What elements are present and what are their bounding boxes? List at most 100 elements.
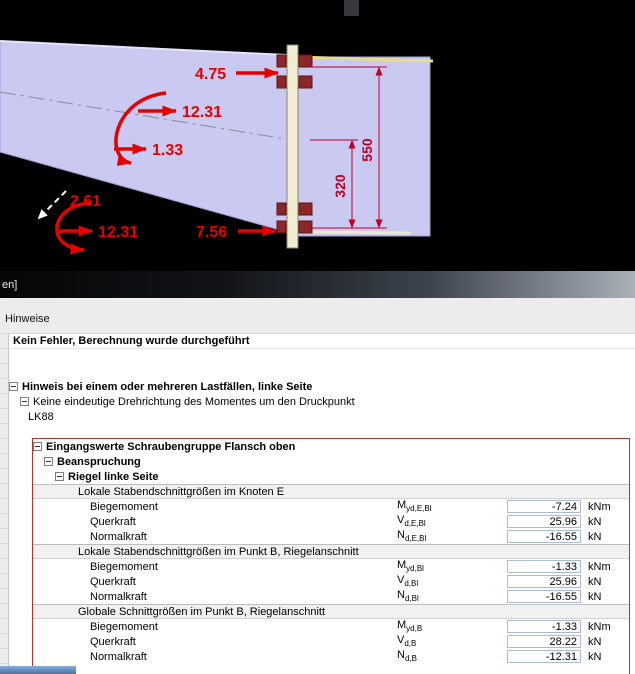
value-text: -16.55 bbox=[545, 530, 577, 543]
table-row: Normalkraft Nd,Bl -16.55 kN bbox=[0, 589, 635, 604]
symbol-subscript: d,B bbox=[404, 639, 417, 649]
row-header-cell bbox=[0, 559, 9, 574]
tree-row-eingangswerte[interactable]: Eingangswerte Schraubengruppe Flansch ob… bbox=[0, 439, 635, 454]
tree-label: Eingangswerte Schraubengruppe Flansch ob… bbox=[46, 440, 296, 453]
symbol: Nd,E,Bl bbox=[397, 529, 507, 543]
table-row: Querkraft Vd,E,Bl 25.96 kN bbox=[0, 514, 635, 529]
value-cell: -12.31 bbox=[507, 650, 581, 663]
row-header-cell bbox=[0, 409, 9, 424]
quantity-label: Querkraft bbox=[90, 635, 136, 648]
collapse-expander-icon[interactable] bbox=[20, 397, 29, 406]
empty-row bbox=[0, 364, 635, 379]
notes-grid[interactable]: Kein Fehler, Berechnung wurde durchgefüh… bbox=[0, 333, 635, 674]
status-row-body: Kein Fehler, Berechnung wurde durchgefüh… bbox=[9, 334, 635, 349]
collapse-expander-icon[interactable] bbox=[55, 472, 64, 481]
quantity-label: Biegemoment bbox=[90, 500, 158, 513]
force-label-12-31-bottom: 12.31 bbox=[98, 224, 138, 241]
row-header-cell bbox=[0, 439, 9, 454]
unit-label: kN bbox=[588, 590, 602, 603]
unit-label: kNm bbox=[588, 500, 611, 513]
value-text: 25.96 bbox=[549, 575, 577, 588]
tree-row-hinweis[interactable]: Hinweis bei einem oder mehreren Lastfäll… bbox=[0, 379, 635, 394]
table-row: Querkraft Vd,Bl 25.96 kN bbox=[0, 574, 635, 589]
unit-label: kN bbox=[588, 515, 602, 528]
tree-label: Beanspruchung bbox=[57, 455, 141, 468]
symbol-subscript: d,E,Bl bbox=[404, 534, 427, 544]
value-cell: 25.96 bbox=[507, 515, 581, 528]
table-row: Normalkraft Nd,B -12.31 kN bbox=[0, 649, 635, 664]
unit-label: kNm bbox=[588, 560, 611, 573]
symbol-main: M bbox=[397, 499, 407, 512]
dimension-label-320: 320 bbox=[332, 174, 348, 198]
value-text: -1.33 bbox=[551, 620, 577, 633]
row-header-cell bbox=[0, 634, 9, 649]
empty-row bbox=[0, 349, 635, 364]
tree-label: LK88 bbox=[28, 410, 54, 423]
row-header-cell bbox=[0, 529, 9, 544]
value-text: -12.31 bbox=[545, 650, 577, 663]
symbol: Nd,Bl bbox=[397, 589, 507, 603]
symbol-subscript: d,E,Bl bbox=[404, 519, 426, 529]
value-cell: -7.24 bbox=[507, 500, 581, 513]
symbol-subscript: yd,E,Bl bbox=[406, 504, 432, 514]
quantity-label: Biegemoment bbox=[90, 620, 158, 633]
status-message: Kein Fehler, Berechnung wurde durchgefüh… bbox=[13, 335, 250, 347]
column-bottom-edge bbox=[298, 230, 412, 235]
row-header-cell bbox=[0, 589, 9, 604]
connection-scene: 550 320 4.75 12.31 1.33 2.61 12.31 7.56 bbox=[0, 0, 434, 255]
beam-member bbox=[0, 40, 288, 233]
tree-label: Riegel linke Seite bbox=[68, 470, 159, 483]
symbol-subscript: d,B bbox=[404, 654, 417, 664]
window-titlebar[interactable]: en] bbox=[0, 268, 635, 298]
unit-label: kNm bbox=[588, 620, 611, 633]
value-cell: 28.22 bbox=[507, 635, 581, 648]
quantity-label: Querkraft bbox=[90, 515, 136, 528]
section-header-row: Globale Schnittgrößen im Punkt B, Riegel… bbox=[0, 604, 635, 619]
row-header-cell bbox=[0, 574, 9, 589]
tree-row-riegel[interactable]: Riegel linke Seite bbox=[0, 469, 635, 484]
row-header-cell bbox=[0, 454, 9, 469]
row-header-cell bbox=[0, 514, 9, 529]
model-viewport[interactable]: 550 320 4.75 12.31 1.33 2.61 12.31 7.56 bbox=[0, 0, 635, 268]
symbol: Vd,B bbox=[397, 634, 507, 648]
symbol-main: M bbox=[397, 559, 407, 572]
symbol: Vd,Bl bbox=[397, 574, 507, 588]
section-title: Lokale Stabendschnittgrößen im Knoten E bbox=[78, 485, 285, 498]
panel-title: Hinweise bbox=[5, 313, 50, 325]
collapse-expander-icon[interactable] bbox=[9, 382, 18, 391]
symbol-subscript: yd,Bl bbox=[406, 564, 424, 574]
section-title: Globale Schnittgrößen im Punkt B, Riegel… bbox=[78, 605, 326, 618]
selected-row-fragment bbox=[0, 666, 76, 674]
symbol: Myd,E,Bl bbox=[397, 499, 507, 513]
unit-label: kN bbox=[588, 635, 602, 648]
row-header-cell bbox=[0, 544, 9, 559]
tree-row-lk88[interactable]: LK88 bbox=[0, 409, 635, 424]
status-row: Kein Fehler, Berechnung wurde durchgefüh… bbox=[0, 334, 635, 349]
unit-label: kN bbox=[588, 650, 602, 663]
symbol: Nd,B bbox=[397, 649, 507, 663]
row-header-cell bbox=[0, 604, 9, 619]
row-header-cell bbox=[0, 484, 9, 499]
value-text: 28.22 bbox=[549, 635, 577, 648]
section-header-row: Lokale Stabendschnittgrößen im Knoten E bbox=[0, 484, 635, 499]
collapse-expander-icon[interactable] bbox=[44, 457, 53, 466]
symbol-subscript: d,Bl bbox=[404, 594, 419, 604]
viewport-corner-fragment bbox=[344, 0, 359, 16]
value-text: -1.33 bbox=[551, 560, 577, 573]
collapse-expander-icon[interactable] bbox=[33, 442, 42, 451]
row-header-cell bbox=[0, 649, 9, 664]
section-title: Lokale Stabendschnittgrößen im Punkt B, … bbox=[78, 545, 359, 558]
unit-label: kN bbox=[588, 575, 602, 588]
symbol-main: M bbox=[397, 619, 407, 632]
end-plate bbox=[286, 44, 299, 249]
empty-row bbox=[0, 664, 635, 674]
unit-label: kN bbox=[588, 530, 602, 543]
force-label-12-31-top: 12.31 bbox=[182, 104, 222, 121]
tree-row-beanspruchung[interactable]: Beanspruchung bbox=[0, 454, 635, 469]
table-row: Biegemoment Myd,E,Bl -7.24 kNm bbox=[0, 499, 635, 514]
value-cell: -1.33 bbox=[507, 620, 581, 633]
row-header-cell bbox=[0, 394, 9, 409]
symbol-subscript: yd,B bbox=[406, 624, 423, 634]
value-text: 25.96 bbox=[549, 515, 577, 528]
tree-row-drehrichtung[interactable]: Keine eindeutige Drehrichtung des Moment… bbox=[0, 394, 635, 409]
